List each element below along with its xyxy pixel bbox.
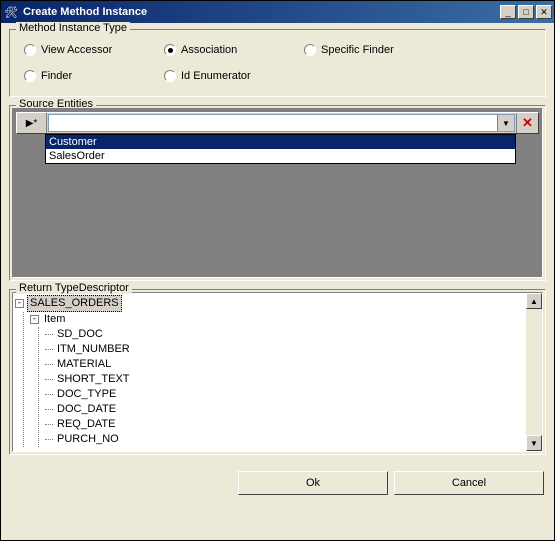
tree-node-item[interactable]: Item bbox=[42, 312, 67, 327]
dropdown-item-customer[interactable]: Customer bbox=[46, 135, 515, 149]
source-entities-grid: ▶* ▼ ✕ Customer SalesOrder bbox=[12, 108, 543, 278]
radio-label: Specific Finder bbox=[321, 44, 394, 56]
entity-combo[interactable]: ▼ bbox=[48, 114, 515, 132]
minimize-button[interactable]: _ bbox=[500, 5, 516, 19]
entity-combo-input[interactable] bbox=[49, 115, 497, 131]
chevron-down-icon[interactable]: ▼ bbox=[497, 115, 514, 131]
window-title: Create Method Instance bbox=[23, 6, 498, 18]
method-instance-type-group: Method Instance Type View Accessor Assoc… bbox=[9, 29, 546, 97]
return-type-group: Return TypeDescriptor - SALES_ORDERS - I… bbox=[9, 289, 546, 455]
tree-leaf[interactable]: SHORT_TEXT bbox=[55, 372, 132, 387]
tree-leaf[interactable]: REQ_DATE bbox=[55, 417, 117, 432]
tree-leaf[interactable]: SD_DOC bbox=[55, 327, 105, 342]
radio-id-enumerator[interactable]: Id Enumerator bbox=[164, 70, 304, 82]
radio-circle-icon bbox=[164, 70, 176, 82]
tree-leaf[interactable]: ITM_NUMBER bbox=[55, 342, 132, 357]
ok-button[interactable]: Ok bbox=[238, 471, 388, 495]
radio-label: View Accessor bbox=[41, 44, 112, 56]
tree-node-sales-orders[interactable]: SALES_ORDERS bbox=[27, 295, 122, 312]
scroll-up-icon[interactable]: ▲ bbox=[526, 293, 542, 309]
group-label: Return TypeDescriptor bbox=[16, 282, 132, 294]
titlebar: 🛠 Create Method Instance _ □ ✕ bbox=[1, 1, 554, 23]
radio-circle-icon bbox=[304, 44, 316, 56]
radio-label: Id Enumerator bbox=[181, 70, 251, 82]
close-button[interactable]: ✕ bbox=[536, 5, 552, 19]
radio-finder[interactable]: Finder bbox=[24, 70, 164, 82]
tree-leaf[interactable]: PURCH_NO bbox=[55, 432, 121, 447]
tree-scrollbar[interactable]: ▲ ▼ bbox=[526, 293, 542, 451]
group-label: Method Instance Type bbox=[16, 22, 130, 34]
tree-collapse-icon[interactable]: - bbox=[30, 315, 39, 324]
delete-row-button[interactable]: ✕ bbox=[516, 113, 538, 133]
return-type-tree[interactable]: - SALES_ORDERS - Item SD_DOC ITM_NUMBER … bbox=[13, 293, 526, 451]
cancel-button[interactable]: Cancel bbox=[394, 471, 544, 495]
radio-view-accessor[interactable]: View Accessor bbox=[24, 44, 164, 56]
tree-leaf[interactable]: MATERIAL bbox=[55, 357, 113, 372]
entity-dropdown: Customer SalesOrder bbox=[45, 134, 516, 164]
scroll-down-icon[interactable]: ▼ bbox=[526, 435, 542, 451]
tree-leaf[interactable]: DOC_TYPE bbox=[55, 387, 118, 402]
tree-leaf[interactable]: DOC_DATE bbox=[55, 402, 118, 417]
dialog-window: 🛠 Create Method Instance _ □ ✕ Method In… bbox=[0, 0, 555, 541]
dropdown-item-salesorder[interactable]: SalesOrder bbox=[46, 149, 515, 163]
radio-specific-finder[interactable]: Specific Finder bbox=[304, 44, 444, 56]
row-indicator-icon[interactable]: ▶* bbox=[17, 113, 47, 133]
radio-label: Association bbox=[181, 44, 237, 56]
tree-collapse-icon[interactable]: - bbox=[15, 299, 24, 308]
radio-dot-icon bbox=[168, 48, 173, 53]
radio-association[interactable]: Association bbox=[164, 44, 304, 56]
radio-circle-icon bbox=[164, 44, 176, 56]
radio-circle-icon bbox=[24, 70, 36, 82]
source-entities-group: Source Entities ▶* ▼ ✕ Customer SalesOrd… bbox=[9, 105, 546, 281]
radio-circle-icon bbox=[24, 44, 36, 56]
scroll-track[interactable] bbox=[526, 309, 542, 435]
maximize-button[interactable]: □ bbox=[518, 5, 534, 19]
radio-label: Finder bbox=[41, 70, 72, 82]
window-icon: 🛠 bbox=[3, 4, 19, 20]
